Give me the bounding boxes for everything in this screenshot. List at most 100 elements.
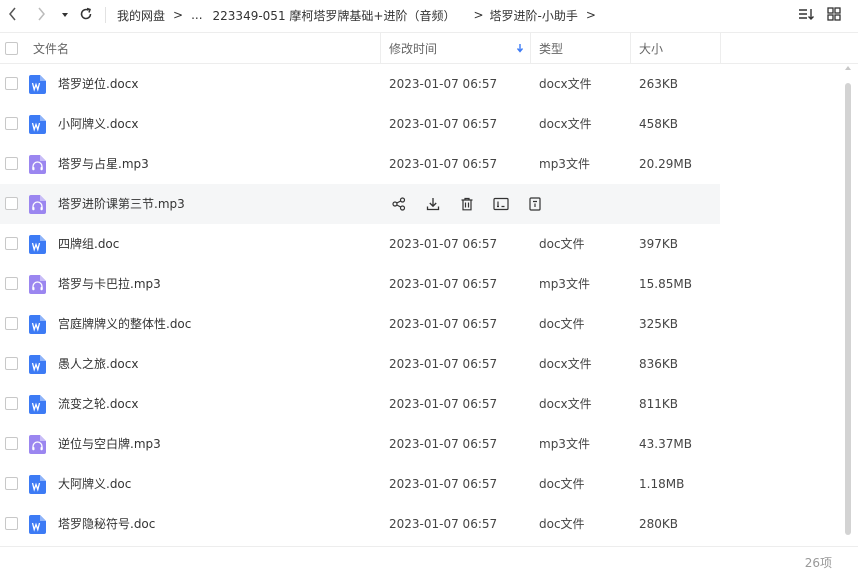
file-row[interactable]: 逆位与空白牌.mp3 2023-01-07 06:57 mp3文件 43.37M… <box>0 424 720 464</box>
file-type: doc文件 <box>539 477 585 491</box>
file-name[interactable]: 大阿牌义.doc <box>58 464 131 504</box>
file-name[interactable]: 逆位与空白牌.mp3 <box>58 424 161 464</box>
chevron-right-icon <box>35 7 47 24</box>
row-checkbox[interactable] <box>5 477 18 490</box>
row-checkbox[interactable] <box>5 317 18 330</box>
file-name[interactable]: 塔罗逆位.docx <box>58 64 138 104</box>
file-size: 811KB <box>639 397 679 411</box>
file-type: doc文件 <box>539 317 585 331</box>
file-size: 458KB <box>639 117 679 131</box>
file-row[interactable]: 塔罗与占星.mp3 2023-01-07 06:57 mp3文件 20.29MB <box>0 144 720 184</box>
file-name[interactable]: 愚人之旅.docx <box>58 344 138 384</box>
file-modified: 2023-01-07 06:57 <box>389 357 498 371</box>
breadcrumb-separator: > <box>585 8 596 22</box>
file-size: 20.29MB <box>639 157 692 171</box>
file-modified: 2023-01-07 06:57 <box>389 117 498 131</box>
scroll-thumb[interactable] <box>845 83 851 535</box>
row-checkbox[interactable] <box>5 77 18 90</box>
word-doc-icon <box>29 315 46 334</box>
row-checkbox[interactable] <box>5 517 18 530</box>
file-name[interactable]: 流变之轮.docx <box>58 384 138 424</box>
row-checkbox[interactable] <box>5 437 18 450</box>
file-list-header: 文件名 修改时间 类型 大小 <box>0 32 858 64</box>
download-icon[interactable] <box>423 194 443 214</box>
word-doc-icon <box>29 115 46 134</box>
checkbox-box[interactable] <box>5 41 18 55</box>
file-row[interactable]: 塔罗与卡巴拉.mp3 2023-01-07 06:57 mp3文件 15.85M… <box>0 264 720 304</box>
word-doc-icon <box>29 235 46 254</box>
row-checkbox[interactable] <box>5 117 18 130</box>
file-row[interactable]: 塔罗进阶课第三节.mp3 <box>0 184 720 224</box>
file-modified: 2023-01-07 06:57 <box>389 317 498 331</box>
share-icon[interactable] <box>389 194 409 214</box>
breadcrumb-folder-current[interactable]: 塔罗进阶-小助手 <box>490 7 578 24</box>
rename-icon[interactable] <box>491 194 511 214</box>
header-modified[interactable]: 修改时间 <box>389 33 437 63</box>
file-type: doc文件 <box>539 517 585 531</box>
file-row[interactable]: 大阿牌义.doc 2023-01-07 06:57 doc文件 1.18MB <box>0 464 720 504</box>
word-doc-icon <box>29 395 46 414</box>
back-button[interactable] <box>3 5 23 25</box>
breadcrumb-separator: > <box>173 8 184 22</box>
file-modified: 2023-01-07 06:57 <box>389 437 498 451</box>
file-size: 15.85MB <box>639 277 692 291</box>
nav-divider <box>105 7 106 23</box>
file-type: doc文件 <box>539 237 585 251</box>
file-type: docx文件 <box>539 77 592 91</box>
row-checkbox[interactable] <box>5 197 18 210</box>
file-name[interactable]: 四牌组.doc <box>58 224 119 264</box>
row-checkbox[interactable] <box>5 157 18 170</box>
file-name[interactable]: 宫庭牌牌义的整体性.doc <box>58 304 191 344</box>
file-size: 397KB <box>639 237 679 251</box>
chevron-left-icon <box>7 7 19 24</box>
file-row[interactable]: 四牌组.doc 2023-01-07 06:57 doc文件 397KB <box>0 224 720 264</box>
breadcrumb-folder-parent[interactable]: 223349-051 摩柯塔罗牌基础+进阶（音频） <box>213 7 456 24</box>
file-row[interactable]: 宫庭牌牌义的整体性.doc 2023-01-07 06:57 doc文件 325… <box>0 304 720 344</box>
file-name[interactable]: 塔罗进阶课第三节.mp3 <box>58 184 185 224</box>
sort-button[interactable] <box>796 5 816 25</box>
file-type: docx文件 <box>539 357 592 371</box>
file-row[interactable]: 塔罗逆位.docx 2023-01-07 06:57 docx文件 263KB <box>0 64 720 104</box>
delete-icon[interactable] <box>457 194 477 214</box>
file-row[interactable]: 愚人之旅.docx 2023-01-07 06:57 docx文件 836KB <box>0 344 720 384</box>
header-size[interactable]: 大小 <box>639 33 663 63</box>
file-row[interactable]: 流变之轮.docx 2023-01-07 06:57 docx文件 811KB <box>0 384 720 424</box>
header-name[interactable]: 文件名 <box>33 33 69 63</box>
word-doc-icon <box>29 75 46 94</box>
file-size: 836KB <box>639 357 679 371</box>
audio-file-icon <box>29 435 46 454</box>
file-type: docx文件 <box>539 397 592 411</box>
forward-button[interactable] <box>31 5 51 25</box>
more-icon[interactable] <box>525 194 545 214</box>
file-type: mp3文件 <box>539 157 590 171</box>
file-name[interactable]: 小阿牌义.docx <box>58 104 138 144</box>
file-name[interactable]: 塔罗隐秘符号.doc <box>58 504 155 544</box>
select-all-checkbox[interactable] <box>5 33 18 63</box>
column-divider[interactable] <box>630 33 631 63</box>
file-size: 280KB <box>639 517 679 531</box>
sort-desc-icon[interactable] <box>516 33 524 63</box>
vertical-scrollbar[interactable] <box>843 66 853 542</box>
history-dropdown-button[interactable] <box>55 5 75 25</box>
word-doc-icon <box>29 355 46 374</box>
file-row[interactable]: 小阿牌义.docx 2023-01-07 06:57 docx文件 458KB <box>0 104 720 144</box>
breadcrumb-ellipsis[interactable]: ... <box>191 8 202 22</box>
row-checkbox[interactable] <box>5 357 18 370</box>
grid-view-button[interactable] <box>824 5 844 25</box>
row-checkbox[interactable] <box>5 237 18 250</box>
row-checkbox[interactable] <box>5 277 18 290</box>
refresh-button[interactable] <box>76 5 96 25</box>
item-count: 26项 <box>804 556 832 570</box>
header-type[interactable]: 类型 <box>539 33 563 63</box>
file-row[interactable]: 塔罗隐秘符号.doc 2023-01-07 06:57 doc文件 280KB <box>0 504 720 544</box>
column-divider[interactable] <box>530 33 531 63</box>
row-checkbox[interactable] <box>5 397 18 410</box>
breadcrumb-root[interactable]: 我的网盘 <box>117 7 165 24</box>
scroll-up-icon[interactable] <box>845 66 851 70</box>
file-name[interactable]: 塔罗与卡巴拉.mp3 <box>58 264 161 304</box>
column-divider[interactable] <box>380 33 381 63</box>
column-divider[interactable] <box>720 33 721 63</box>
file-type: docx文件 <box>539 117 592 131</box>
file-name[interactable]: 塔罗与占星.mp3 <box>58 144 149 184</box>
file-modified: 2023-01-07 06:57 <box>389 77 498 91</box>
